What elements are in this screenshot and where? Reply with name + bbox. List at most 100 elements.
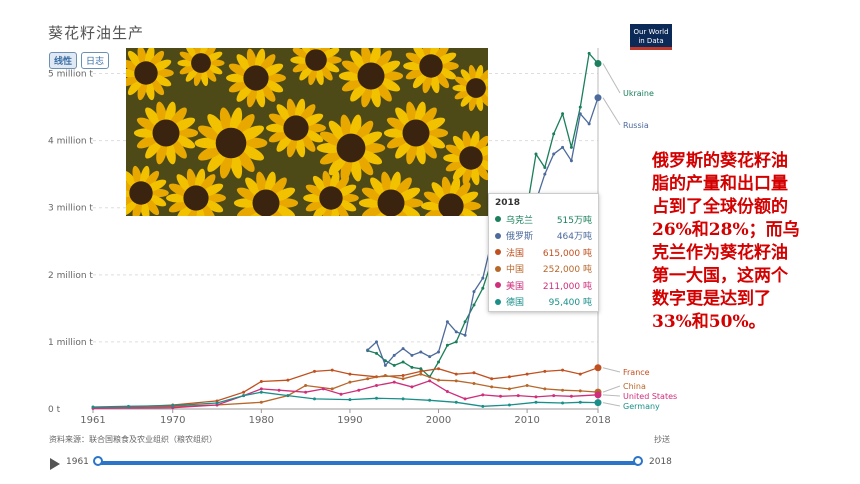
data-point <box>242 390 246 394</box>
annotation-line: 脂的产量和出口量 <box>652 174 788 194</box>
series-dot-icon <box>495 232 501 239</box>
data-point <box>552 394 556 398</box>
series-label: United States <box>623 392 677 401</box>
tooltip-country: 法国 <box>506 248 525 259</box>
sunflower-image <box>126 48 488 216</box>
data-point <box>481 404 485 408</box>
data-point <box>534 400 538 404</box>
data-point <box>481 276 485 280</box>
data-point <box>321 387 325 391</box>
data-point <box>569 145 573 149</box>
series-label: Ukraine <box>623 89 654 98</box>
data-point <box>454 330 458 334</box>
y-tick-label: 2 million t <box>48 271 93 281</box>
data-point <box>419 350 423 354</box>
data-point <box>383 373 387 377</box>
data-point <box>259 387 263 391</box>
data-point <box>419 372 423 376</box>
data-point <box>401 373 405 377</box>
data-point <box>561 388 565 392</box>
series-label: China <box>623 382 646 391</box>
data-tooltip: 2018 乌克兰 515万吨 俄罗斯 464万吨 法国 615,000 吨中国 252,00… <box>488 193 599 312</box>
data-point <box>569 159 573 163</box>
series-dot-icon <box>495 298 501 305</box>
data-point <box>578 112 582 116</box>
tooltip-row: 法国 615,000 吨 <box>495 244 592 261</box>
data-point <box>490 385 494 389</box>
data-point <box>304 384 308 388</box>
data-point <box>454 340 458 344</box>
tooltip-value: 95,400 吨 <box>548 298 592 309</box>
y-tick-label: 5 million t <box>48 70 93 80</box>
data-point <box>472 371 476 375</box>
data-point <box>428 398 432 402</box>
annotation-line: 占到了全球份额的 <box>652 197 788 217</box>
timeline-end-handle[interactable] <box>633 456 643 466</box>
data-point <box>561 368 565 372</box>
data-point <box>366 377 370 381</box>
data-point <box>401 377 405 381</box>
annotation-line: 俄罗斯的葵花籽油 <box>652 151 788 171</box>
x-tick-label: 1980 <box>249 415 274 426</box>
sunflower-photo <box>126 48 488 216</box>
series-label: Germany <box>623 402 660 411</box>
tooltip-row: 乌克兰 515万吨 <box>495 211 592 228</box>
data-point <box>463 320 467 324</box>
tooltip-value: 464万吨 <box>556 232 592 243</box>
data-point <box>578 372 582 376</box>
data-point <box>312 369 316 373</box>
data-point <box>552 152 556 156</box>
data-point <box>578 400 582 404</box>
tooltip-country: 德国 <box>506 298 525 309</box>
data-point <box>525 384 529 388</box>
label-leader <box>602 97 621 126</box>
data-point <box>569 394 573 398</box>
annotation-line: 26%和28%；而乌 <box>652 220 800 240</box>
data-point <box>304 390 308 394</box>
data-point <box>215 401 219 405</box>
x-tick-label: 2010 <box>514 415 539 426</box>
data-point <box>375 351 379 355</box>
tooltip-year: 2018 <box>495 198 521 208</box>
data-point <box>392 380 396 384</box>
data-point <box>578 389 582 393</box>
timeline-end-label: 2018 <box>649 457 672 467</box>
data-point <box>286 378 290 382</box>
data-point <box>312 397 316 401</box>
data-point <box>126 404 130 408</box>
y-tick-label: 3 million t <box>48 204 93 214</box>
play-icon[interactable] <box>50 458 60 470</box>
share-link[interactable]: 抄送 <box>654 434 670 445</box>
data-point <box>463 333 467 337</box>
data-point <box>348 398 352 402</box>
data-point <box>428 355 432 359</box>
data-point <box>534 152 538 156</box>
series-dot-icon <box>495 282 501 289</box>
y-tick-label: 4 million t <box>48 137 93 147</box>
data-point <box>561 145 565 149</box>
data-point <box>348 372 352 376</box>
tooltip-value: 515万吨 <box>556 215 592 226</box>
data-point <box>410 353 414 357</box>
data-point <box>454 400 458 404</box>
timeline-track[interactable] <box>98 461 639 465</box>
timeline-start-handle[interactable] <box>93 456 103 466</box>
series-line <box>92 373 599 409</box>
data-point <box>507 387 511 391</box>
data-point <box>507 375 511 379</box>
x-tick-label: 1961 <box>80 415 105 426</box>
data-point <box>481 393 485 397</box>
data-point <box>91 405 95 409</box>
data-point <box>472 382 476 386</box>
label-leader <box>602 367 621 373</box>
data-point <box>419 369 423 373</box>
data-point <box>587 51 591 55</box>
label-leader <box>602 63 621 94</box>
data-point <box>286 394 290 398</box>
tooltip-row: 德国 95,400 吨 <box>495 294 592 311</box>
annotation-line: 第一大国，这两个 <box>652 266 788 286</box>
series-label: France <box>623 368 650 377</box>
endpoint-marker <box>594 399 602 407</box>
y-tick-label: 0 t <box>48 405 61 415</box>
endpoint-marker <box>594 364 602 372</box>
